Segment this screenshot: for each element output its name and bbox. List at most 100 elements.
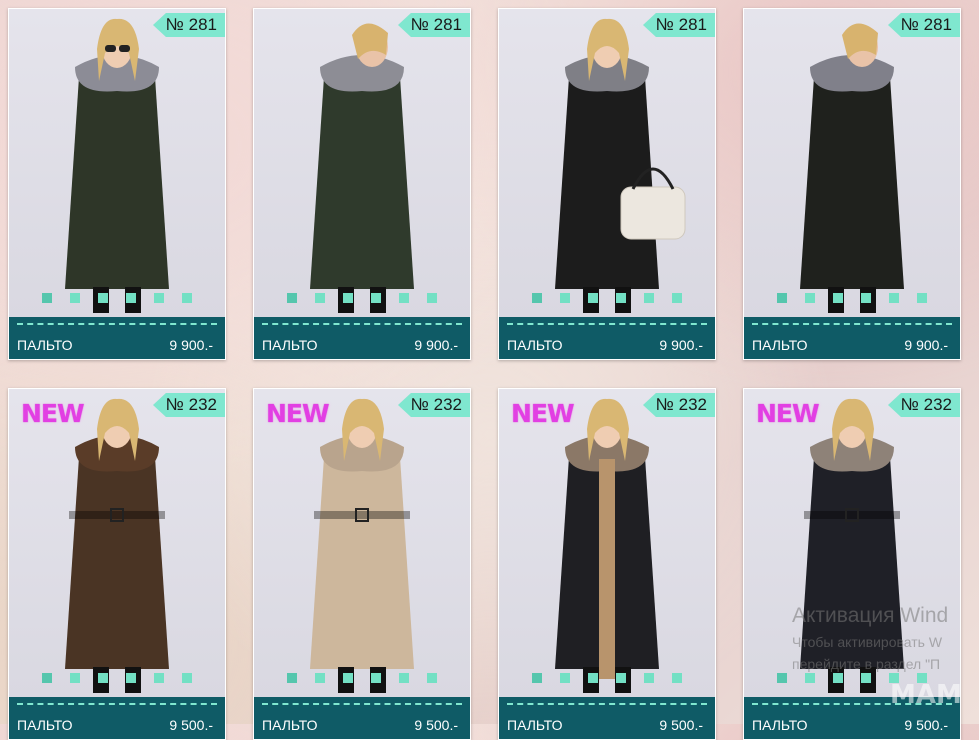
carousel-dot[interactable] (861, 673, 871, 683)
carousel-dot[interactable] (777, 293, 787, 303)
carousel-dot[interactable] (672, 293, 682, 303)
carousel-dot[interactable] (315, 293, 325, 303)
product-card[interactable]: № 232 NEW ПАЛЬТО 9 500.- (8, 388, 226, 740)
carousel-dot[interactable] (70, 293, 80, 303)
carousel-dot[interactable] (560, 293, 570, 303)
model-number-badge: № 232 (398, 393, 470, 417)
dashed-divider (507, 703, 707, 705)
dashed-divider (262, 323, 462, 325)
product-card[interactable]: № 281 ПАЛЬТО 9 900.- (8, 8, 226, 360)
carousel-dot[interactable] (182, 673, 192, 683)
product-photo[interactable] (9, 389, 225, 697)
product-footer: ПАЛЬТО 9 900.- (499, 317, 715, 359)
product-price: 9 500.- (659, 717, 703, 733)
new-badge: NEW (266, 399, 330, 428)
carousel-dot[interactable] (343, 673, 353, 683)
carousel-dot[interactable] (154, 673, 164, 683)
product-footer: ПАЛЬТО 9 500.- (254, 697, 470, 739)
product-price: 9 900.- (414, 337, 458, 353)
product-photo[interactable] (499, 9, 715, 317)
carousel-dot[interactable] (42, 673, 52, 683)
product-name[interactable]: ПАЛЬТО (17, 717, 73, 733)
carousel-dot[interactable] (287, 293, 297, 303)
product-photo[interactable] (254, 389, 470, 697)
carousel-dots (287, 673, 437, 683)
product-price: 9 900.- (904, 337, 948, 353)
new-badge: NEW (756, 399, 820, 428)
carousel-dot[interactable] (805, 673, 815, 683)
carousel-dot[interactable] (154, 293, 164, 303)
product-photo[interactable] (499, 389, 715, 697)
carousel-dots (42, 293, 192, 303)
dashed-divider (262, 703, 462, 705)
carousel-dot[interactable] (126, 293, 136, 303)
product-name[interactable]: ПАЛЬТО (17, 337, 73, 353)
product-footer: ПАЛЬТО 9 500.- (499, 697, 715, 739)
product-price: 9 500.- (169, 717, 213, 733)
carousel-dot[interactable] (917, 293, 927, 303)
product-card[interactable]: № 232 NEW ПАЛЬТО 9 500.- (498, 388, 716, 740)
carousel-dot[interactable] (777, 673, 787, 683)
carousel-dot[interactable] (427, 673, 437, 683)
model-number-badge: № 232 (153, 393, 225, 417)
carousel-dot[interactable] (399, 293, 409, 303)
carousel-dot[interactable] (287, 673, 297, 683)
product-card[interactable]: № 281 ПАЛЬТО 9 900.- (743, 8, 961, 360)
model-number-badge: № 281 (888, 13, 960, 37)
carousel-dot[interactable] (70, 673, 80, 683)
windows-activation-watermark: Активация Wind Чтобы активировать W пере… (792, 604, 948, 672)
carousel-dot[interactable] (371, 673, 381, 683)
watermark-line: перейдите в раздел "П (792, 656, 941, 672)
carousel-dot[interactable] (889, 293, 899, 303)
carousel-dots (777, 293, 927, 303)
product-name[interactable]: ПАЛЬТО (507, 717, 563, 733)
carousel-dot[interactable] (588, 673, 598, 683)
carousel-dot[interactable] (427, 293, 437, 303)
carousel-dot[interactable] (833, 673, 843, 683)
product-name[interactable]: ПАЛЬТО (507, 337, 563, 353)
dashed-divider (752, 323, 952, 325)
product-card[interactable]: № 232 NEW ПАЛЬТО 9 500.- (253, 388, 471, 740)
product-price: 9 900.- (659, 337, 703, 353)
model-number-badge: № 232 (888, 393, 960, 417)
carousel-dot[interactable] (616, 673, 626, 683)
carousel-dot[interactable] (315, 673, 325, 683)
carousel-dot[interactable] (98, 293, 108, 303)
model-number-badge: № 281 (398, 13, 470, 37)
carousel-dot[interactable] (805, 293, 815, 303)
product-photo[interactable] (254, 9, 470, 317)
new-badge: NEW (21, 399, 85, 428)
product-name[interactable]: ПАЛЬТО (752, 717, 808, 733)
carousel-dots (532, 673, 682, 683)
product-name[interactable]: ПАЛЬТО (262, 717, 318, 733)
carousel-dot[interactable] (588, 293, 598, 303)
carousel-dot[interactable] (861, 293, 871, 303)
product-name[interactable]: ПАЛЬТО (262, 337, 318, 353)
carousel-dot[interactable] (42, 293, 52, 303)
product-card[interactable]: № 281 ПАЛЬТО 9 900.- (498, 8, 716, 360)
carousel-dot[interactable] (343, 293, 353, 303)
product-photo[interactable] (9, 9, 225, 317)
product-photo[interactable] (744, 9, 960, 317)
carousel-dot[interactable] (833, 293, 843, 303)
carousel-dot[interactable] (616, 293, 626, 303)
product-name[interactable]: ПАЛЬТО (752, 337, 808, 353)
carousel-dot[interactable] (672, 673, 682, 683)
carousel-dot[interactable] (98, 673, 108, 683)
carousel-dot[interactable] (644, 673, 654, 683)
carousel-dot[interactable] (532, 293, 542, 303)
dashed-divider (507, 323, 707, 325)
product-price: 9 500.- (414, 717, 458, 733)
model-number-badge: № 281 (153, 13, 225, 37)
carousel-dot[interactable] (182, 293, 192, 303)
carousel-dot[interactable] (560, 673, 570, 683)
carousel-dot[interactable] (532, 673, 542, 683)
carousel-dot[interactable] (371, 293, 381, 303)
carousel-dot[interactable] (399, 673, 409, 683)
carousel-dot[interactable] (644, 293, 654, 303)
product-footer: ПАЛЬТО 9 900.- (9, 317, 225, 359)
dashed-divider (17, 703, 217, 705)
model-number-badge: № 232 (643, 393, 715, 417)
carousel-dot[interactable] (126, 673, 136, 683)
product-card[interactable]: № 281 ПАЛЬТО 9 900.- (253, 8, 471, 360)
